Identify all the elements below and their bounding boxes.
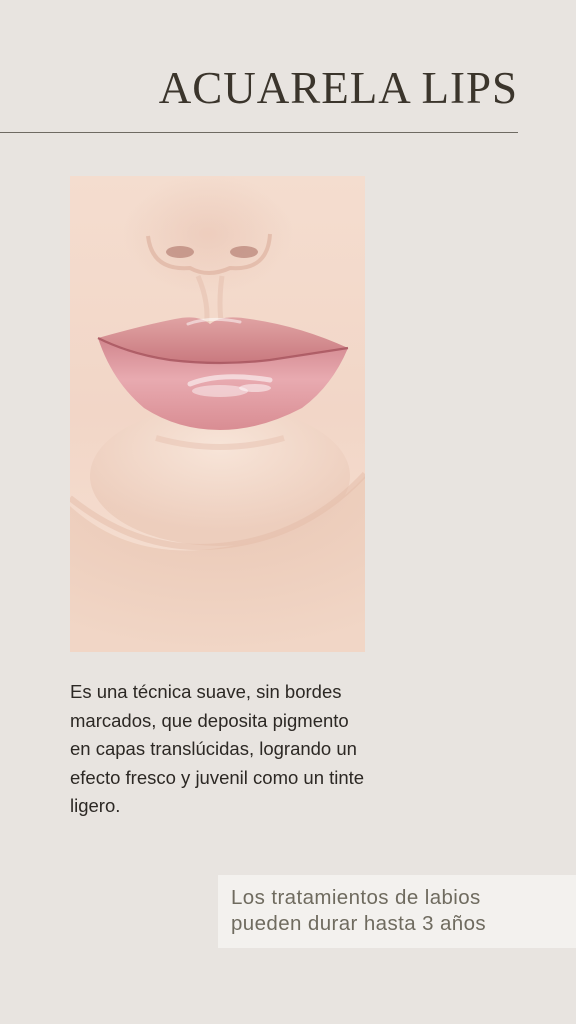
- duration-callout: Los tratamientos de labios pueden durar …: [218, 875, 576, 948]
- page-title: ACUARELA LIPS: [158, 63, 518, 113]
- technique-description: Es una técnica suave, sin bordes marcado…: [70, 681, 365, 816]
- lips-photo: [70, 176, 365, 652]
- callout-line-1: Los tratamientos de labios: [231, 886, 481, 909]
- callout-line-2: pueden durar hasta 3 años: [231, 912, 487, 935]
- title-divider: [0, 132, 518, 133]
- callout-text: Los tratamientos de labios pueden durar …: [231, 885, 486, 937]
